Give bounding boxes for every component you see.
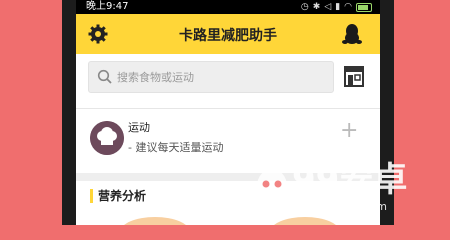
shop-icon[interactable] (342, 64, 366, 88)
battery-icon (356, 2, 372, 12)
exercise-title: 运动 (128, 121, 150, 134)
status-icons: ◷ ✱ ◁ ▮ ◠ (301, 0, 372, 14)
mute-icon: ◁ (324, 2, 332, 12)
phone-bezel-left (62, 0, 76, 225)
bluetooth-icon: ✱ (312, 2, 321, 12)
chef-hat-icon (90, 121, 124, 155)
plus-icon[interactable]: + (340, 120, 358, 142)
signal-icon: ▮ (335, 2, 341, 12)
status-bar: 晚上9:47 ◷ ✱ ◁ ▮ ◠ (76, 0, 380, 14)
alarm-icon: ◷ (300, 2, 309, 12)
status-time: 晚上9:47 (86, 1, 129, 12)
search-row: 搜索食物或运动 (76, 54, 380, 108)
search-input[interactable]: 搜索食物或运动 (88, 61, 334, 93)
qq-penguin-icon[interactable] (342, 23, 362, 45)
nutrition-title: 营养分析 (98, 189, 147, 203)
section-accent-bar (90, 189, 93, 203)
search-icon (97, 69, 112, 84)
title-bar: 卡路里减肥助手 (76, 14, 380, 54)
search-placeholder: 搜索食物或运动 (117, 71, 194, 84)
nutrition-chart-right (270, 217, 340, 225)
nutrition-chart-left (120, 217, 190, 225)
watermark-logo-icon (257, 161, 287, 203)
exercise-subtitle: - 建议每天适量运动 (128, 141, 224, 154)
wifi-icon: ◠ (344, 2, 352, 12)
watermark-brand: 99安卓 (292, 160, 408, 200)
page-title: 卡路里减肥助手 (179, 28, 277, 44)
watermark-url: 99anzhuo.com (306, 200, 387, 213)
